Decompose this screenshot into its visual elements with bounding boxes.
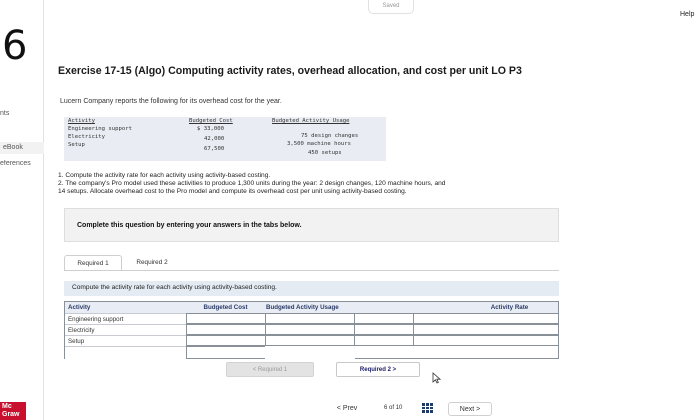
prev-question-button[interactable]: < Prev bbox=[326, 402, 368, 416]
rail-item-points: nts bbox=[0, 110, 10, 117]
page-current: 6 bbox=[384, 405, 388, 411]
table-row-label: Engineering support bbox=[65, 313, 186, 324]
input-cell-usage[interactable] bbox=[265, 313, 355, 324]
table-row-label: Electricity bbox=[65, 324, 186, 335]
mouse-cursor-icon bbox=[432, 372, 441, 384]
prompt-bar: Compute the activity rate for each activ… bbox=[64, 281, 559, 296]
tab-required-2[interactable]: Required 2 bbox=[126, 255, 178, 270]
prev-required-label: Required 1 bbox=[257, 367, 288, 373]
question-number: 6 bbox=[2, 23, 28, 69]
input-cell-usage[interactable] bbox=[265, 324, 355, 335]
data-header-usage: Budgeted Activity Usage bbox=[272, 118, 350, 124]
page-indicator: 6 of 10 bbox=[384, 405, 402, 411]
complete-question-box: Complete this question by entering your … bbox=[64, 208, 559, 242]
next-question-button[interactable]: Next > bbox=[448, 402, 492, 416]
data-row-cost: 42,000 bbox=[204, 136, 225, 142]
data-row-cost: $ 33,000 bbox=[197, 126, 224, 132]
data-row-activity: Setup bbox=[68, 142, 85, 148]
input-cell-cost[interactable] bbox=[186, 335, 266, 346]
chevron-right-icon: > bbox=[390, 367, 397, 373]
column-header-cost: Budgeted Cost bbox=[186, 302, 265, 313]
table-row-total-label bbox=[65, 346, 186, 359]
activity-rate-table: Activity Budgeted Cost Budgeted Activity… bbox=[64, 301, 559, 359]
data-row-activity: Electricity bbox=[68, 134, 106, 140]
column-header-rate: Activity Rate bbox=[461, 302, 558, 313]
data-row-activity: Engineering support bbox=[68, 126, 132, 132]
exercise-title: Exercise 17-15 (Algo) Computing activity… bbox=[58, 65, 522, 77]
instruction-q2-line1: 2. The company's Pro model used these ac… bbox=[58, 180, 446, 187]
question-instructions: 1. Compute the activity rate for each ac… bbox=[58, 172, 588, 196]
page-total: 10 bbox=[395, 405, 403, 411]
input-cell-rate[interactable] bbox=[413, 313, 559, 324]
data-row-usage: 75 design changes bbox=[301, 133, 359, 139]
column-header-activity: Activity bbox=[65, 302, 186, 313]
page-of: of bbox=[389, 405, 395, 411]
input-cell-unit[interactable] bbox=[354, 313, 414, 324]
table-row-label: Setup bbox=[65, 335, 186, 346]
prev-required-button[interactable]: < Required 1 bbox=[226, 362, 314, 377]
input-cell-total-cost[interactable] bbox=[186, 346, 266, 359]
next-required-label: Required 2 bbox=[359, 367, 391, 373]
input-cell-cost[interactable] bbox=[186, 313, 266, 324]
input-cell-unit[interactable] bbox=[354, 335, 414, 346]
help-link[interactable]: Help bbox=[680, 11, 694, 18]
input-cell-rate[interactable] bbox=[413, 335, 559, 346]
instruction-q2-line2: 14 setups. Allocate overhead cost to the… bbox=[58, 188, 407, 195]
mcgraw-logo: Mc Graw bbox=[0, 402, 26, 420]
prev-label: Prev bbox=[342, 405, 358, 412]
given-data-table: Activity Budgeted Cost Budgeted Activity… bbox=[64, 117, 386, 161]
prompt-text: Compute the activity rate for each activ… bbox=[72, 284, 277, 291]
rail-item-ebook[interactable]: eBook bbox=[0, 142, 44, 154]
column-header-blank bbox=[413, 302, 461, 313]
required-1-panel: Compute the activity rate for each activ… bbox=[64, 270, 559, 398]
next-label: Next bbox=[459, 406, 475, 413]
next-required-button[interactable]: Required 2 > bbox=[336, 362, 420, 377]
input-cell-cost[interactable] bbox=[186, 324, 266, 335]
chevron-right-icon: > bbox=[474, 406, 481, 413]
blank-cell bbox=[265, 346, 355, 359]
data-row-usage: 450 setups bbox=[308, 150, 342, 156]
input-cell-unit[interactable] bbox=[354, 324, 414, 335]
saved-indicator: Saved bbox=[368, 0, 414, 14]
data-header-cost: Budgeted Cost bbox=[189, 118, 233, 124]
tab-required-1[interactable]: Required 1 bbox=[64, 255, 122, 270]
complete-question-text: Complete this question by entering your … bbox=[77, 222, 302, 229]
exercise-intro: Lucern Company reports the following for… bbox=[60, 98, 282, 105]
input-cell-rate[interactable] bbox=[413, 324, 559, 335]
column-header-usage: Budgeted Activity Usage bbox=[265, 302, 413, 313]
data-header-activity: Activity bbox=[68, 118, 95, 124]
rail-item-references[interactable]: eferences bbox=[0, 160, 44, 167]
question-grid-icon[interactable] bbox=[422, 403, 433, 413]
left-rail: 6 nts eBook eferences Mc Graw bbox=[0, 0, 44, 420]
input-cell-usage[interactable] bbox=[265, 335, 355, 346]
data-row-cost: 67,500 bbox=[204, 146, 225, 152]
data-row-usage: 3,500 machine hours bbox=[287, 141, 351, 147]
instruction-q1: 1. Compute the activity rate for each ac… bbox=[58, 172, 271, 179]
